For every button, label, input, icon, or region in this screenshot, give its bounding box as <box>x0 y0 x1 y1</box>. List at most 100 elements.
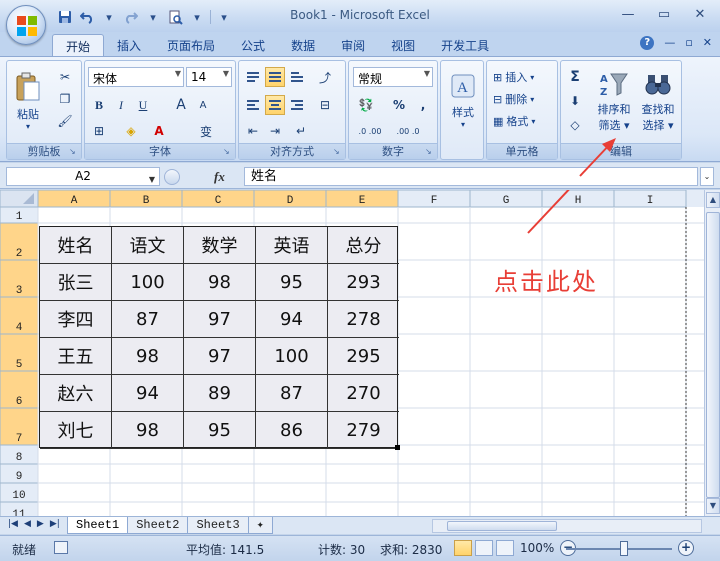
scroll-down-icon[interactable]: ▼ <box>706 498 720 514</box>
sheet-tab-1[interactable]: Sheet1 <box>67 517 129 534</box>
dialog-launcher-icon[interactable]: ↘ <box>223 147 233 157</box>
align-right-icon[interactable] <box>287 95 307 115</box>
zoom-slider[interactable] <box>566 548 672 550</box>
horizontal-scrollbar[interactable] <box>432 519 702 533</box>
vertical-scrollbar[interactable]: ▲ ▼ <box>704 190 720 516</box>
number-format-select[interactable]: 常规 ▼ <box>353 67 433 87</box>
table-cell[interactable]: 278 <box>328 301 399 338</box>
restore-workbook-icon[interactable]: ▫ <box>685 36 692 50</box>
percent-button[interactable]: % <box>389 95 409 115</box>
minimize-workbook-icon[interactable]: — <box>664 36 675 50</box>
increase-decimal-button[interactable]: .0 .00 <box>353 121 387 141</box>
text-orientation-icon[interactable]: ⤴ <box>315 67 335 87</box>
zoom-slider-thumb[interactable] <box>620 541 628 556</box>
align-top-icon[interactable] <box>243 67 263 87</box>
next-sheet-icon[interactable]: ▶ <box>37 519 44 529</box>
office-button[interactable] <box>6 5 46 45</box>
restore-icon[interactable]: ▭ <box>652 5 676 23</box>
expand-formula-bar-icon[interactable]: ⌄ <box>700 167 714 186</box>
table-cell[interactable]: 89 <box>184 375 256 412</box>
insert-cells-button[interactable]: ⊞ 插入 ▾ <box>493 67 534 87</box>
fx-button[interactable]: fx <box>214 169 225 185</box>
table-cell[interactable]: 100 <box>256 338 328 375</box>
sort-filter-button[interactable]: A Z 排序和 筛选 ▾ <box>593 65 635 139</box>
underline-button[interactable]: U <box>133 95 153 115</box>
tab-developer[interactable]: 开发工具 <box>428 34 502 56</box>
sheet-tab-2[interactable]: Sheet2 <box>127 517 189 534</box>
table-cell[interactable]: 86 <box>256 412 328 449</box>
currency-icon[interactable]: 💱 <box>353 95 379 115</box>
sheet-tab-3[interactable]: Sheet3 <box>187 517 249 534</box>
font-color-icon[interactable]: A <box>149 121 169 141</box>
table-cell[interactable]: 100 <box>112 264 184 301</box>
table-cell[interactable]: 98 <box>184 264 256 301</box>
table-cell[interactable]: 270 <box>328 375 399 412</box>
align-left-icon[interactable] <box>243 95 263 115</box>
table-cell[interactable]: 95 <box>184 412 256 449</box>
decrease-decimal-button[interactable]: .00 .0 <box>391 121 425 141</box>
page-layout-view-icon[interactable] <box>475 540 493 556</box>
font-size-select[interactable]: 14 ▼ <box>186 67 232 87</box>
table-cell[interactable]: 98 <box>112 338 184 375</box>
last-sheet-icon[interactable]: ▶| <box>50 519 60 529</box>
autosum-button[interactable]: Σ <box>565 67 585 87</box>
table-header-cell[interactable]: 英语 <box>256 227 328 264</box>
find-select-button[interactable]: 查找和 选择 ▾ <box>637 65 679 139</box>
borders-icon[interactable]: ⊞ <box>89 121 109 141</box>
table-header-cell[interactable]: 总分 <box>328 227 399 264</box>
vertical-scroll-thumb[interactable] <box>706 212 720 498</box>
font-name-select[interactable]: 宋体 ▼ <box>88 67 184 87</box>
table-cell[interactable]: 98 <box>112 412 184 449</box>
tab-review[interactable]: 审阅 <box>328 34 378 56</box>
tab-formulas[interactable]: 公式 <box>228 34 278 56</box>
bold-button[interactable]: B <box>89 95 109 115</box>
align-middle-icon[interactable] <box>265 67 285 87</box>
styles-button[interactable]: A 样式 ▾ <box>443 65 483 137</box>
table-cell[interactable]: 刘七 <box>40 412 112 449</box>
merge-center-icon[interactable]: ⊟ <box>315 95 335 115</box>
align-bottom-icon[interactable] <box>287 67 307 87</box>
scroll-up-icon[interactable]: ▲ <box>706 192 720 208</box>
normal-view-icon[interactable] <box>454 540 472 556</box>
table-cell[interactable]: 87 <box>112 301 184 338</box>
tab-insert[interactable]: 插入 <box>104 34 154 56</box>
name-box[interactable]: A2 ▼ <box>6 167 160 186</box>
decrease-indent-icon[interactable]: ⇤ <box>243 121 263 141</box>
format-painter-icon[interactable]: 🖌 <box>55 111 75 131</box>
insert-sheet-icon[interactable]: ✦ <box>247 517 273 534</box>
format-cells-button[interactable]: ▦ 格式 ▾ <box>493 111 535 131</box>
first-sheet-icon[interactable]: |◀ <box>8 519 18 529</box>
italic-button[interactable]: I <box>111 95 131 115</box>
table-cell[interactable]: 王五 <box>40 338 112 375</box>
formula-input[interactable]: 姓名 <box>244 167 698 186</box>
table-cell[interactable]: 95 <box>256 264 328 301</box>
phonetic-button[interactable]: 变 <box>193 121 219 141</box>
tab-view[interactable]: 视图 <box>378 34 428 56</box>
paste-button[interactable]: 粘贴 ▾ <box>11 65 45 137</box>
table-cell[interactable]: 295 <box>328 338 399 375</box>
page-break-view-icon[interactable] <box>496 540 514 556</box>
tab-home[interactable]: 开始 <box>52 34 105 56</box>
table-cell[interactable]: 97 <box>184 338 256 375</box>
table-cell[interactable]: 97 <box>184 301 256 338</box>
wrap-text-icon[interactable]: ↵ <box>291 121 311 141</box>
grow-font-button[interactable]: A <box>171 95 191 115</box>
fill-handle[interactable] <box>395 445 400 450</box>
align-center-icon[interactable] <box>265 95 285 115</box>
table-cell[interactable]: 94 <box>256 301 328 338</box>
table-header-cell[interactable]: 语文 <box>112 227 184 264</box>
table-cell[interactable]: 李四 <box>40 301 112 338</box>
dialog-launcher-icon[interactable]: ↘ <box>425 147 435 157</box>
close-workbook-icon[interactable]: ✕ <box>703 36 712 50</box>
table-cell[interactable]: 279 <box>328 412 399 449</box>
table-cell[interactable]: 94 <box>112 375 184 412</box>
delete-cells-button[interactable]: ⊟ 删除 ▾ <box>493 89 534 109</box>
increase-indent-icon[interactable]: ⇥ <box>265 121 285 141</box>
dialog-launcher-icon[interactable]: ↘ <box>69 147 79 157</box>
horizontal-scroll-thumb[interactable] <box>447 521 557 531</box>
table-header-cell[interactable]: 数学 <box>184 227 256 264</box>
tab-data[interactable]: 数据 <box>278 34 328 56</box>
table-cell[interactable]: 293 <box>328 264 399 301</box>
minimize-icon[interactable]: — <box>616 5 640 23</box>
fill-color-icon[interactable]: ◈ <box>121 121 141 141</box>
